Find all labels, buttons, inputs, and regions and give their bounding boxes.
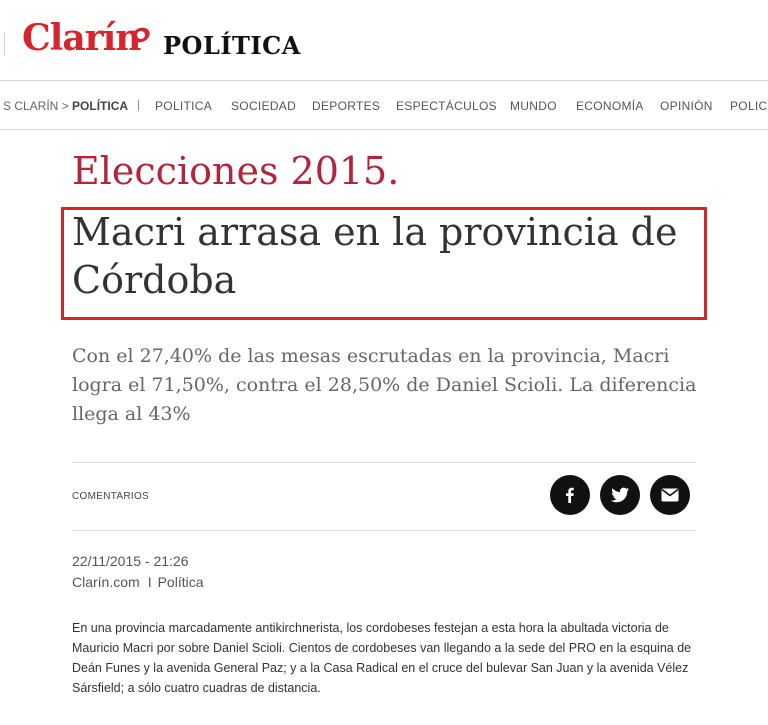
header-divider	[4, 33, 5, 55]
share-bar: COMENTARIOS	[72, 462, 696, 531]
email-icon	[661, 488, 679, 502]
source-section-link[interactable]: Política	[158, 574, 204, 590]
source-divider: I	[147, 574, 152, 590]
facebook-icon	[566, 487, 574, 503]
comments-link[interactable]: COMENTARIOS	[72, 491, 149, 502]
breadcrumb: S CLARÍN > POLÍTICA	[3, 99, 128, 113]
breadcrumb-site[interactable]: S CLARÍN	[3, 99, 58, 113]
section-nav: S CLARÍN > POLÍTICA | POLITICA SOCIEDAD …	[0, 80, 768, 130]
breadcrumb-current[interactable]: POLÍTICA	[72, 99, 128, 113]
article-date: 22/11/2015 - 21:26	[72, 553, 189, 569]
article-source: Clarín.com I Política	[72, 574, 204, 590]
source-site-link[interactable]: Clarín.com	[72, 574, 140, 590]
facebook-share-button[interactable]	[550, 475, 590, 515]
nav-item-economia[interactable]: ECONOMÍA	[576, 99, 644, 113]
twitter-share-button[interactable]	[600, 475, 640, 515]
breadcrumb-separator: >	[58, 99, 73, 113]
nav-item-sociedad[interactable]: SOCIEDAD	[231, 99, 296, 113]
nav-item-mundo[interactable]: MUNDO	[510, 99, 557, 113]
section-title[interactable]: POLÍTICA	[163, 31, 301, 60]
nav-item-politica[interactable]: POLITICA	[155, 99, 212, 113]
email-share-button[interactable]	[650, 475, 690, 515]
article-headline: Macri arrasa en la provincia de Córdoba	[72, 210, 678, 302]
clarin-logo[interactable]: Clarín	[22, 20, 141, 56]
nav-item-espectaculos[interactable]: ESPECTÁCULOS	[396, 99, 497, 113]
nav-item-deportes[interactable]: DEPORTES	[312, 99, 380, 113]
nav-item-policiales[interactable]: POLICI	[730, 99, 768, 113]
article-body: En una provincia marcadamente antikirchn…	[72, 621, 692, 695]
nav-item-opinion[interactable]: OPINIÓN	[660, 99, 713, 113]
article-summary: Con el 27,40% de las mesas escrutadas en…	[72, 345, 697, 425]
site-header: Clarín POLÍTICA	[0, 0, 768, 80]
article-kicker: Elecciones 2015.	[72, 149, 400, 193]
nav-divider: |	[137, 97, 141, 111]
twitter-icon	[611, 487, 629, 503]
